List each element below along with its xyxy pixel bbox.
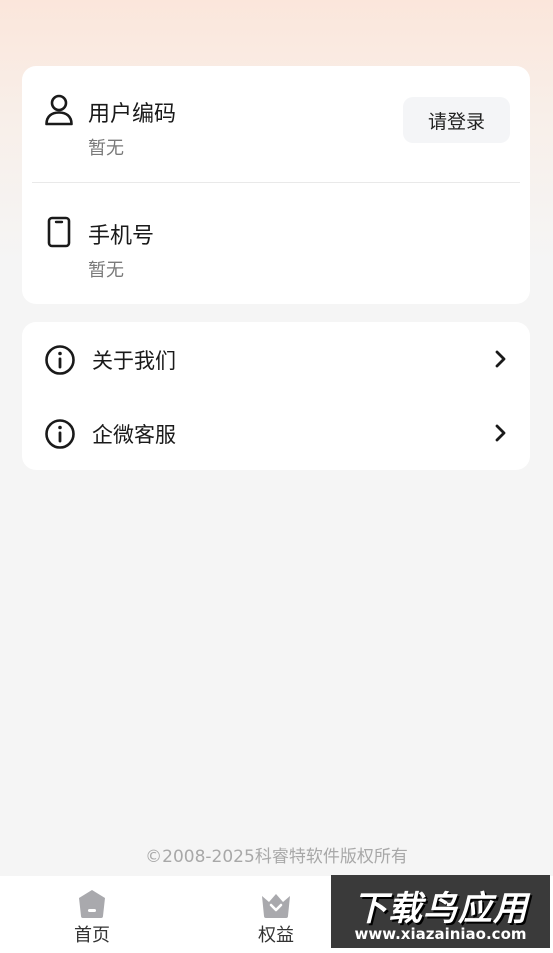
menu-item-wecom-service[interactable]: 企微客服 (22, 396, 530, 470)
watermark-logo: 下载鸟应用 www.xiazainiao.com (331, 875, 550, 948)
info-icon (45, 345, 75, 375)
user-icon (45, 94, 73, 126)
user-code-row: 用户编码 暂无 请登录 (22, 66, 530, 176)
divider (32, 182, 520, 183)
copyright-text: ©2008-2025科睿特软件版权所有 (145, 847, 408, 867)
phone-value: 暂无 (88, 260, 124, 281)
chevron-right-icon (495, 424, 506, 442)
home-icon (79, 890, 105, 918)
phone-icon (47, 216, 71, 248)
tab-home[interactable]: 首页 (0, 876, 184, 953)
crown-basket-icon (262, 894, 290, 918)
login-button[interactable]: 请登录 (403, 97, 510, 143)
menu-item-label: 关于我们 (92, 349, 176, 373)
watermark-title: 下载鸟应用 (353, 889, 528, 929)
menu-item-about-us[interactable]: 关于我们 (22, 322, 530, 396)
phone-row: 手机号 暂无 (22, 188, 530, 298)
chevron-right-icon (495, 350, 506, 368)
user-code-value: 暂无 (88, 138, 124, 159)
watermark-url: www.xiazainiao.com (354, 925, 527, 943)
phone-title: 手机号 (88, 224, 155, 249)
menu-item-label: 企微客服 (92, 423, 176, 447)
account-card: 用户编码 暂无 请登录 手机号 暂无 (22, 66, 530, 304)
tab-label: 首页 (74, 925, 110, 946)
user-code-title: 用户编码 (88, 102, 177, 127)
menu-card: 关于我们 企微客服 (22, 322, 530, 470)
info-icon (45, 419, 75, 449)
